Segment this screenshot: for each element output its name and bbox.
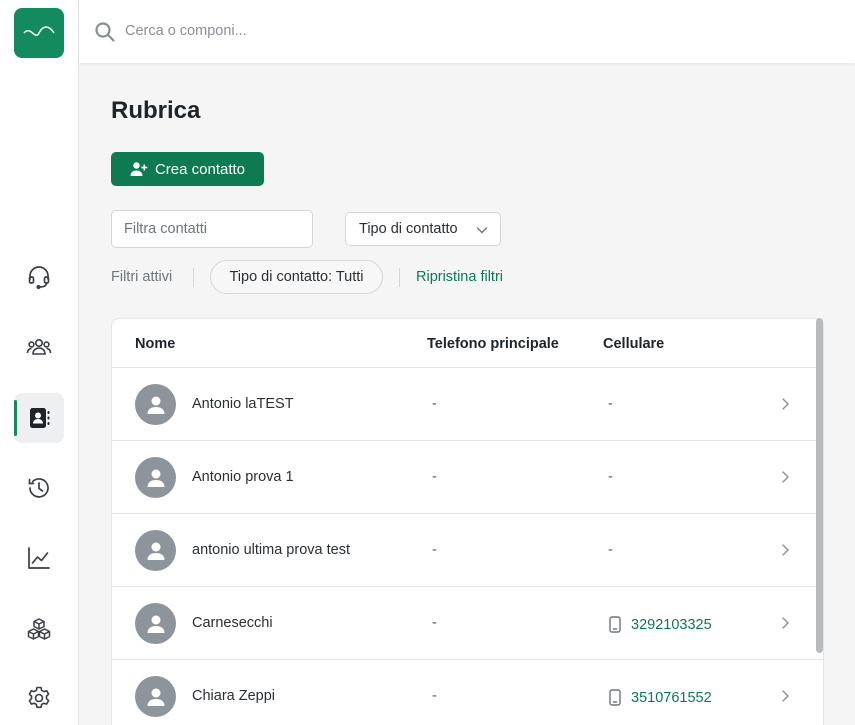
search-icon — [95, 22, 115, 42]
contact-name: Chiara Zeppi — [192, 688, 276, 704]
contacts-table: Nome Telefono principale Cellulare Anton… — [111, 318, 824, 725]
contacts-book-icon — [30, 408, 50, 428]
table-scrollbar[interactable] — [816, 318, 823, 653]
sidebar-item-groups[interactable] — [14, 322, 64, 372]
contact-name: Antonio laTEST — [192, 396, 294, 412]
user-icon — [147, 396, 164, 414]
chevron-right-icon — [782, 471, 789, 483]
user-icon — [147, 688, 164, 706]
contact-name: Antonio prova 1 — [192, 469, 294, 485]
chevron-right-icon — [782, 690, 789, 702]
mobile-number: 3292103325 — [631, 616, 712, 633]
table-row[interactable]: Antonio laTEST - - — [112, 368, 823, 441]
page-title: Rubrica — [111, 97, 201, 124]
history-icon — [28, 478, 49, 498]
column-header-name: Nome — [135, 336, 176, 352]
filter-chip-label: Tipo di contatto: Tutti — [229, 269, 364, 285]
sidebar-item-history[interactable] — [14, 463, 64, 513]
avatar — [135, 384, 176, 425]
create-contact-button[interactable]: Crea contatto — [111, 152, 264, 186]
wave-logo-icon — [23, 26, 55, 36]
filter-contacts-input[interactable] — [111, 210, 313, 248]
active-filters-label: Filtri attivi — [111, 269, 173, 285]
user-icon — [147, 542, 164, 560]
table-row[interactable]: Chiara Zeppi - 3510761552 — [112, 660, 823, 725]
contact-phone: - — [432, 615, 437, 631]
sidebar-item-statistics[interactable] — [14, 533, 64, 583]
column-header-mobile: Cellulare — [603, 336, 665, 352]
table-row[interactable]: Antonio prova 1 - - — [112, 441, 823, 514]
contact-phone: - — [432, 396, 437, 412]
reset-filters-link[interactable]: Ripristina filtri — [416, 269, 503, 285]
top-bar — [79, 0, 855, 63]
sidebar-item-settings[interactable] — [14, 673, 64, 723]
mobile-phone-icon — [609, 616, 621, 633]
chevron-right-icon — [782, 398, 789, 410]
cubes-icon — [27, 618, 51, 640]
add-user-icon — [130, 162, 148, 176]
headset-icon — [28, 266, 50, 290]
create-contact-label: Crea contatto — [154, 160, 246, 178]
contact-type-select[interactable]: Tipo di contatto — [345, 212, 501, 246]
avatar — [135, 603, 176, 644]
search-input[interactable] — [125, 16, 525, 46]
table-row[interactable]: antonio ultima prova test - - — [112, 514, 823, 587]
sidebar-item-calls[interactable] — [14, 252, 64, 302]
user-icon — [147, 615, 164, 633]
sidebar-item-contacts[interactable] — [14, 393, 64, 443]
divider — [399, 268, 400, 287]
contact-mobile: - — [608, 542, 613, 558]
chevron-right-icon — [782, 617, 789, 629]
contact-name: antonio ultima prova test — [192, 542, 350, 558]
contact-mobile[interactable]: 3510761552 — [608, 689, 712, 706]
contact-phone: - — [432, 688, 437, 704]
table-row[interactable]: Carnesecchi - 3292103325 — [112, 587, 823, 660]
divider — [193, 268, 194, 287]
contact-type-select-label: Tipo di contatto — [359, 221, 458, 237]
column-header-phone: Telefono principale — [427, 336, 559, 352]
mobile-number: 3510761552 — [631, 689, 712, 706]
contact-mobile: - — [608, 396, 613, 412]
user-icon — [147, 469, 164, 487]
contact-mobile[interactable]: 3292103325 — [608, 616, 712, 633]
avatar — [135, 457, 176, 498]
gear-icon — [28, 686, 50, 709]
avatar — [135, 530, 176, 571]
filter-chip-contact-type[interactable]: Tipo di contatto: Tutti — [210, 260, 383, 294]
contact-phone: - — [432, 469, 437, 485]
app-logo[interactable] — [14, 8, 64, 58]
group-icon — [26, 339, 52, 355]
sidebar-item-integrations[interactable] — [14, 604, 64, 654]
chevron-down-icon — [476, 227, 488, 234]
chart-icon — [28, 547, 50, 569]
chevron-right-icon — [782, 544, 789, 556]
contact-mobile: - — [608, 469, 613, 485]
contact-name: Carnesecchi — [192, 615, 273, 631]
avatar — [135, 676, 176, 717]
sidebar — [0, 0, 79, 725]
mobile-phone-icon — [609, 689, 621, 706]
contact-phone: - — [432, 542, 437, 558]
